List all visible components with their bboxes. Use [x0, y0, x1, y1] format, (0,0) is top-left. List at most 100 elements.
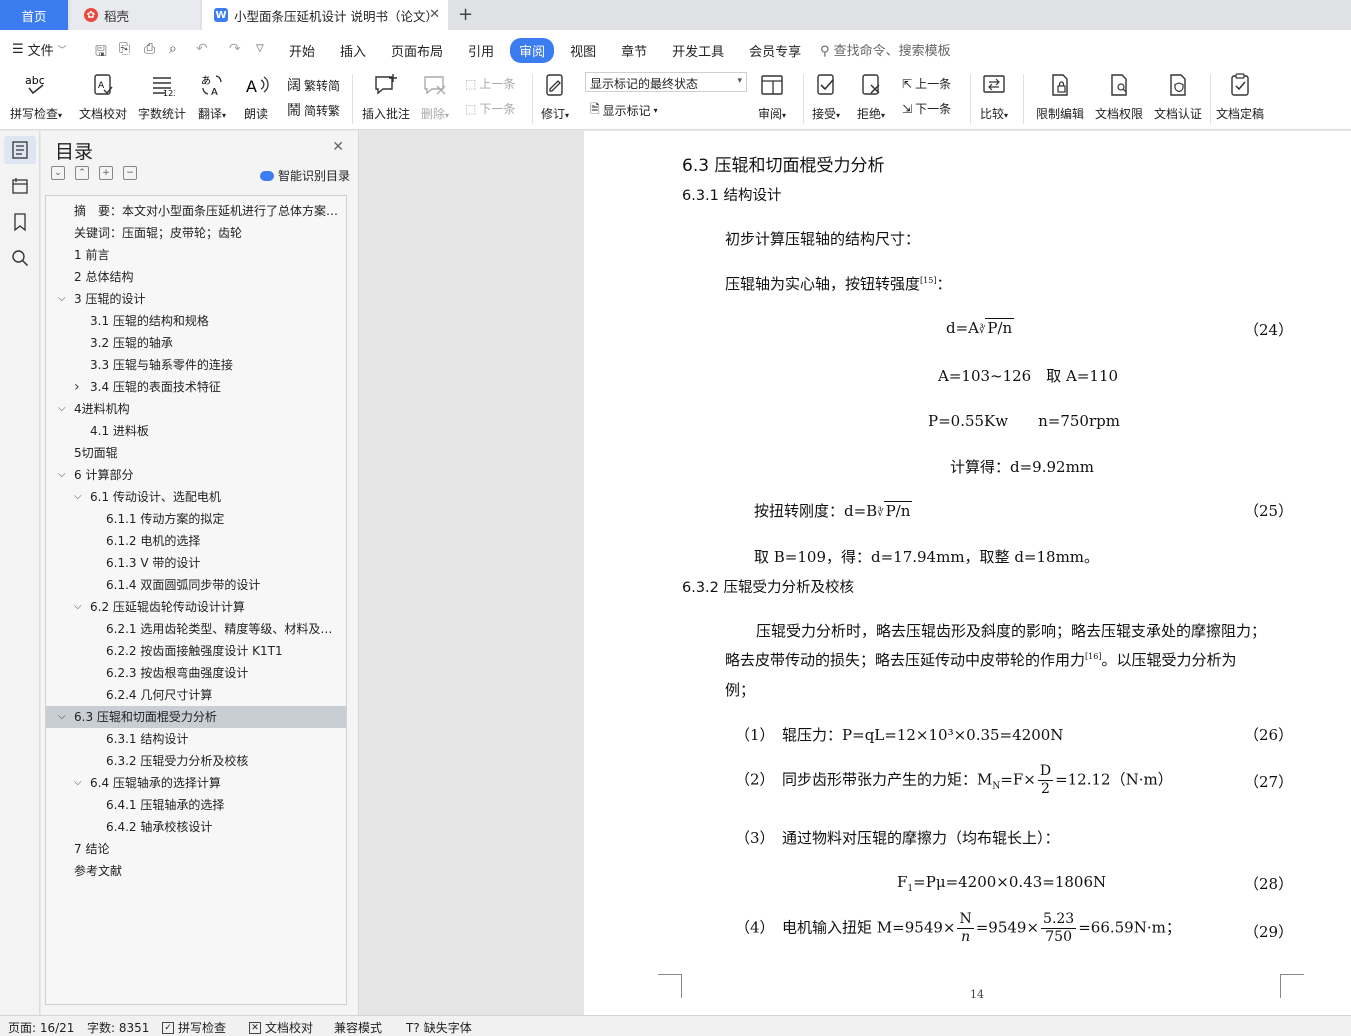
toc-panel-icon[interactable] [4, 136, 36, 164]
toc-item[interactable]: 5切面辊 [46, 442, 346, 464]
track-changes-button[interactable]: 修订▾ [541, 72, 569, 122]
status-spell-check[interactable]: ✓ 拼写检查 [162, 1019, 226, 1036]
word-count-button[interactable]: 123 字数统计 [138, 72, 186, 122]
toc-item[interactable]: 6.2.2 按齿面接触强度设计 K1T1 [46, 640, 346, 662]
customize-toolbar-icon[interactable]: ▽ [256, 43, 264, 54]
toc-item[interactable]: ⌵ 6.4 压辊轴承的选择计算 [46, 772, 346, 794]
tab-home[interactable]: 首页 [0, 0, 68, 30]
menu-tab[interactable]: 页面布局 [382, 38, 452, 63]
toc-item[interactable]: 关键词：压面辊；皮带轮；齿轮 [46, 222, 346, 244]
export-pdf-icon[interactable]: ⎘ [119, 41, 130, 57]
toc-item[interactable]: 6.3.1 结构设计 [46, 728, 346, 750]
menu-tab[interactable]: 开发工具 [663, 38, 733, 63]
toc-item[interactable]: ⌵ 6.2 压延辊齿轮传动设计计算 [46, 596, 346, 618]
toc-item[interactable]: ⌵ 4进料机构 [46, 398, 346, 420]
insert-comment-button[interactable]: 插入批注 [362, 72, 410, 122]
menu-tab[interactable]: 审阅 [510, 38, 555, 63]
toc-item[interactable]: 6.4.2 轴承校核设计 [46, 816, 346, 838]
spell-check-button[interactable]: abc 拼写检查▾ [10, 72, 62, 122]
translate-button[interactable]: あA 翻译▾ [198, 72, 226, 122]
read-aloud-button[interactable]: A 朗读 [243, 72, 269, 122]
close-icon[interactable]: ✕ [332, 139, 344, 155]
markup-state-select[interactable]: 显示标记的最终状态 ▾ [585, 72, 747, 92]
trad-to-simp-button[interactable]: 阔繁转简 [287, 75, 340, 95]
search-icon[interactable] [10, 248, 30, 268]
toc-item[interactable]: › 3.4 压辊的表面技术特征 [46, 376, 346, 398]
menu-tab[interactable]: 章节 [612, 38, 656, 63]
chevron-down-icon[interactable]: ⌵ [58, 398, 66, 420]
chevron-down-icon[interactable]: ⌵ [58, 464, 66, 486]
toc-item[interactable]: 摘 要：本文对小型面条压延机进行了总体方案… [46, 200, 346, 222]
missing-font[interactable]: T? 缺失字体 [406, 1019, 472, 1036]
close-tab-icon[interactable]: ✕ [429, 7, 440, 22]
reject-button[interactable]: 拒绝▾ [857, 72, 885, 122]
tab-daoke[interactable]: ✿ 稻壳 [70, 0, 200, 30]
menu-tab[interactable]: 插入 [331, 38, 375, 63]
chevron-down-icon[interactable]: ⌵ [58, 288, 66, 310]
toc-item[interactable]: 6.1.4 双面圆弧同步带的设计 [46, 574, 346, 596]
toc-item[interactable]: 6.2.1 选用齿轮类型、精度等级、材料及… [46, 618, 346, 640]
toc-item[interactable]: 6.4.1 压辊轴承的选择 [46, 794, 346, 816]
expand-up-icon[interactable]: ⌃ [75, 166, 89, 180]
chevron-down-icon[interactable]: ⌵ [74, 486, 82, 508]
prev-change-button[interactable]: ⇱ 上一条 [902, 75, 951, 92]
collapse-all-icon[interactable]: ⌄ [51, 166, 65, 180]
doc-certify-button[interactable]: 文档认证 [1154, 72, 1202, 122]
simp-to-trad-button[interactable]: 鬧简转繁 [287, 100, 340, 120]
toc-item[interactable]: 6.1.2 电机的选择 [46, 530, 346, 552]
chevron-down-icon[interactable]: ⌵ [74, 772, 82, 794]
toc-item[interactable]: 7 结论 [46, 838, 346, 860]
toc-item[interactable]: 3.3 压辊与轴系零件的连接 [46, 354, 346, 376]
toc-item[interactable]: 6.1.3 V 带的设计 [46, 552, 346, 574]
compat-mode[interactable]: 兼容模式 [334, 1019, 382, 1036]
toc-item[interactable]: 1 前言 [46, 244, 346, 266]
chevron-right-icon[interactable]: › [74, 376, 80, 398]
toc-item[interactable]: 6.2.4 几何尺寸计算 [46, 684, 346, 706]
prev-comment-button[interactable]: ⬚ 上一条 [465, 75, 515, 92]
chevron-down-icon[interactable]: ⌵ [58, 706, 66, 728]
tab-document[interactable]: W 小型面条压延机设计 说明书（论文） ✕ [202, 0, 448, 30]
bookmark-icon[interactable] [10, 212, 30, 232]
toc-item[interactable]: 3.1 压辊的结构和规格 [46, 310, 346, 332]
toc-item[interactable]: 4.1 进料板 [46, 420, 346, 442]
restrict-edit-button[interactable]: 限制编辑 [1036, 72, 1084, 122]
toc-item[interactable]: 3.2 压辊的轴承 [46, 332, 346, 354]
next-comment-button[interactable]: ⬚ 下一条 [465, 100, 515, 117]
next-change-button[interactable]: ⇲ 下一条 [902, 100, 951, 117]
toc-item[interactable]: ⌵ 6.1 传动设计、选配电机 [46, 486, 346, 508]
undo-icon[interactable]: ↶ [196, 41, 208, 57]
compare-button[interactable]: 比较▾ [980, 72, 1008, 122]
menu-tab[interactable]: 会员专享 [740, 38, 810, 63]
toc-item[interactable]: 2 总体结构 [46, 266, 346, 288]
toc-item[interactable]: 6.1.1 传动方案的拟定 [46, 508, 346, 530]
toc-item[interactable]: ⌵ 6.3 压辊和切面棍受力分析 [46, 706, 346, 728]
accept-button[interactable]: 接受▾ [812, 72, 840, 122]
word-count-indicator[interactable]: 字数: 8351 [87, 1019, 149, 1036]
menu-tab[interactable]: 开始 [280, 38, 324, 63]
delete-comment-button[interactable]: 删除▾ [421, 72, 449, 122]
doc-permission-button[interactable]: 文档权限 [1095, 72, 1143, 122]
toc-item[interactable]: 6.2.3 按齿根弯曲强度设计 [46, 662, 346, 684]
smart-toc-button[interactable]: 智能识别目录 [259, 167, 350, 184]
chapter-nav-icon[interactable] [10, 176, 30, 196]
chevron-down-icon[interactable]: ⌵ [74, 596, 82, 618]
toc-item[interactable]: 参考文献 [46, 860, 346, 882]
toc-item[interactable]: ⌵ 3 压辊的设计 [46, 288, 346, 310]
file-menu[interactable]: ☰ 文件 ﹀ [12, 40, 67, 59]
add-heading-icon[interactable]: + [99, 166, 113, 180]
command-search[interactable]: ⚲ 查找命令、搜索模板 [820, 40, 951, 59]
print-preview-icon[interactable]: ⌕ [169, 41, 177, 57]
show-markup-button[interactable]: 🗎 显示标记 ▾ [590, 100, 658, 121]
page-indicator[interactable]: 页面: 16/21 [8, 1019, 74, 1036]
status-doc-proof[interactable]: ✕ 文档校对 [249, 1019, 313, 1036]
remove-heading-icon[interactable]: − [123, 166, 137, 180]
doc-proof-button[interactable]: A 文档校对 [79, 72, 127, 122]
toc-item[interactable]: ⌵ 6 计算部分 [46, 464, 346, 486]
print-icon[interactable]: ⎙ [144, 41, 155, 57]
menu-tab[interactable]: 视图 [561, 38, 605, 63]
redo-icon[interactable]: ↷ [229, 41, 241, 57]
doc-finalize-button[interactable]: 文档定稿 [1216, 72, 1264, 122]
new-tab-icon[interactable]: + [458, 4, 473, 25]
toc-item[interactable]: 6.3.2 压辊受力分析及校核 [46, 750, 346, 772]
menu-tab[interactable]: 引用 [459, 38, 503, 63]
